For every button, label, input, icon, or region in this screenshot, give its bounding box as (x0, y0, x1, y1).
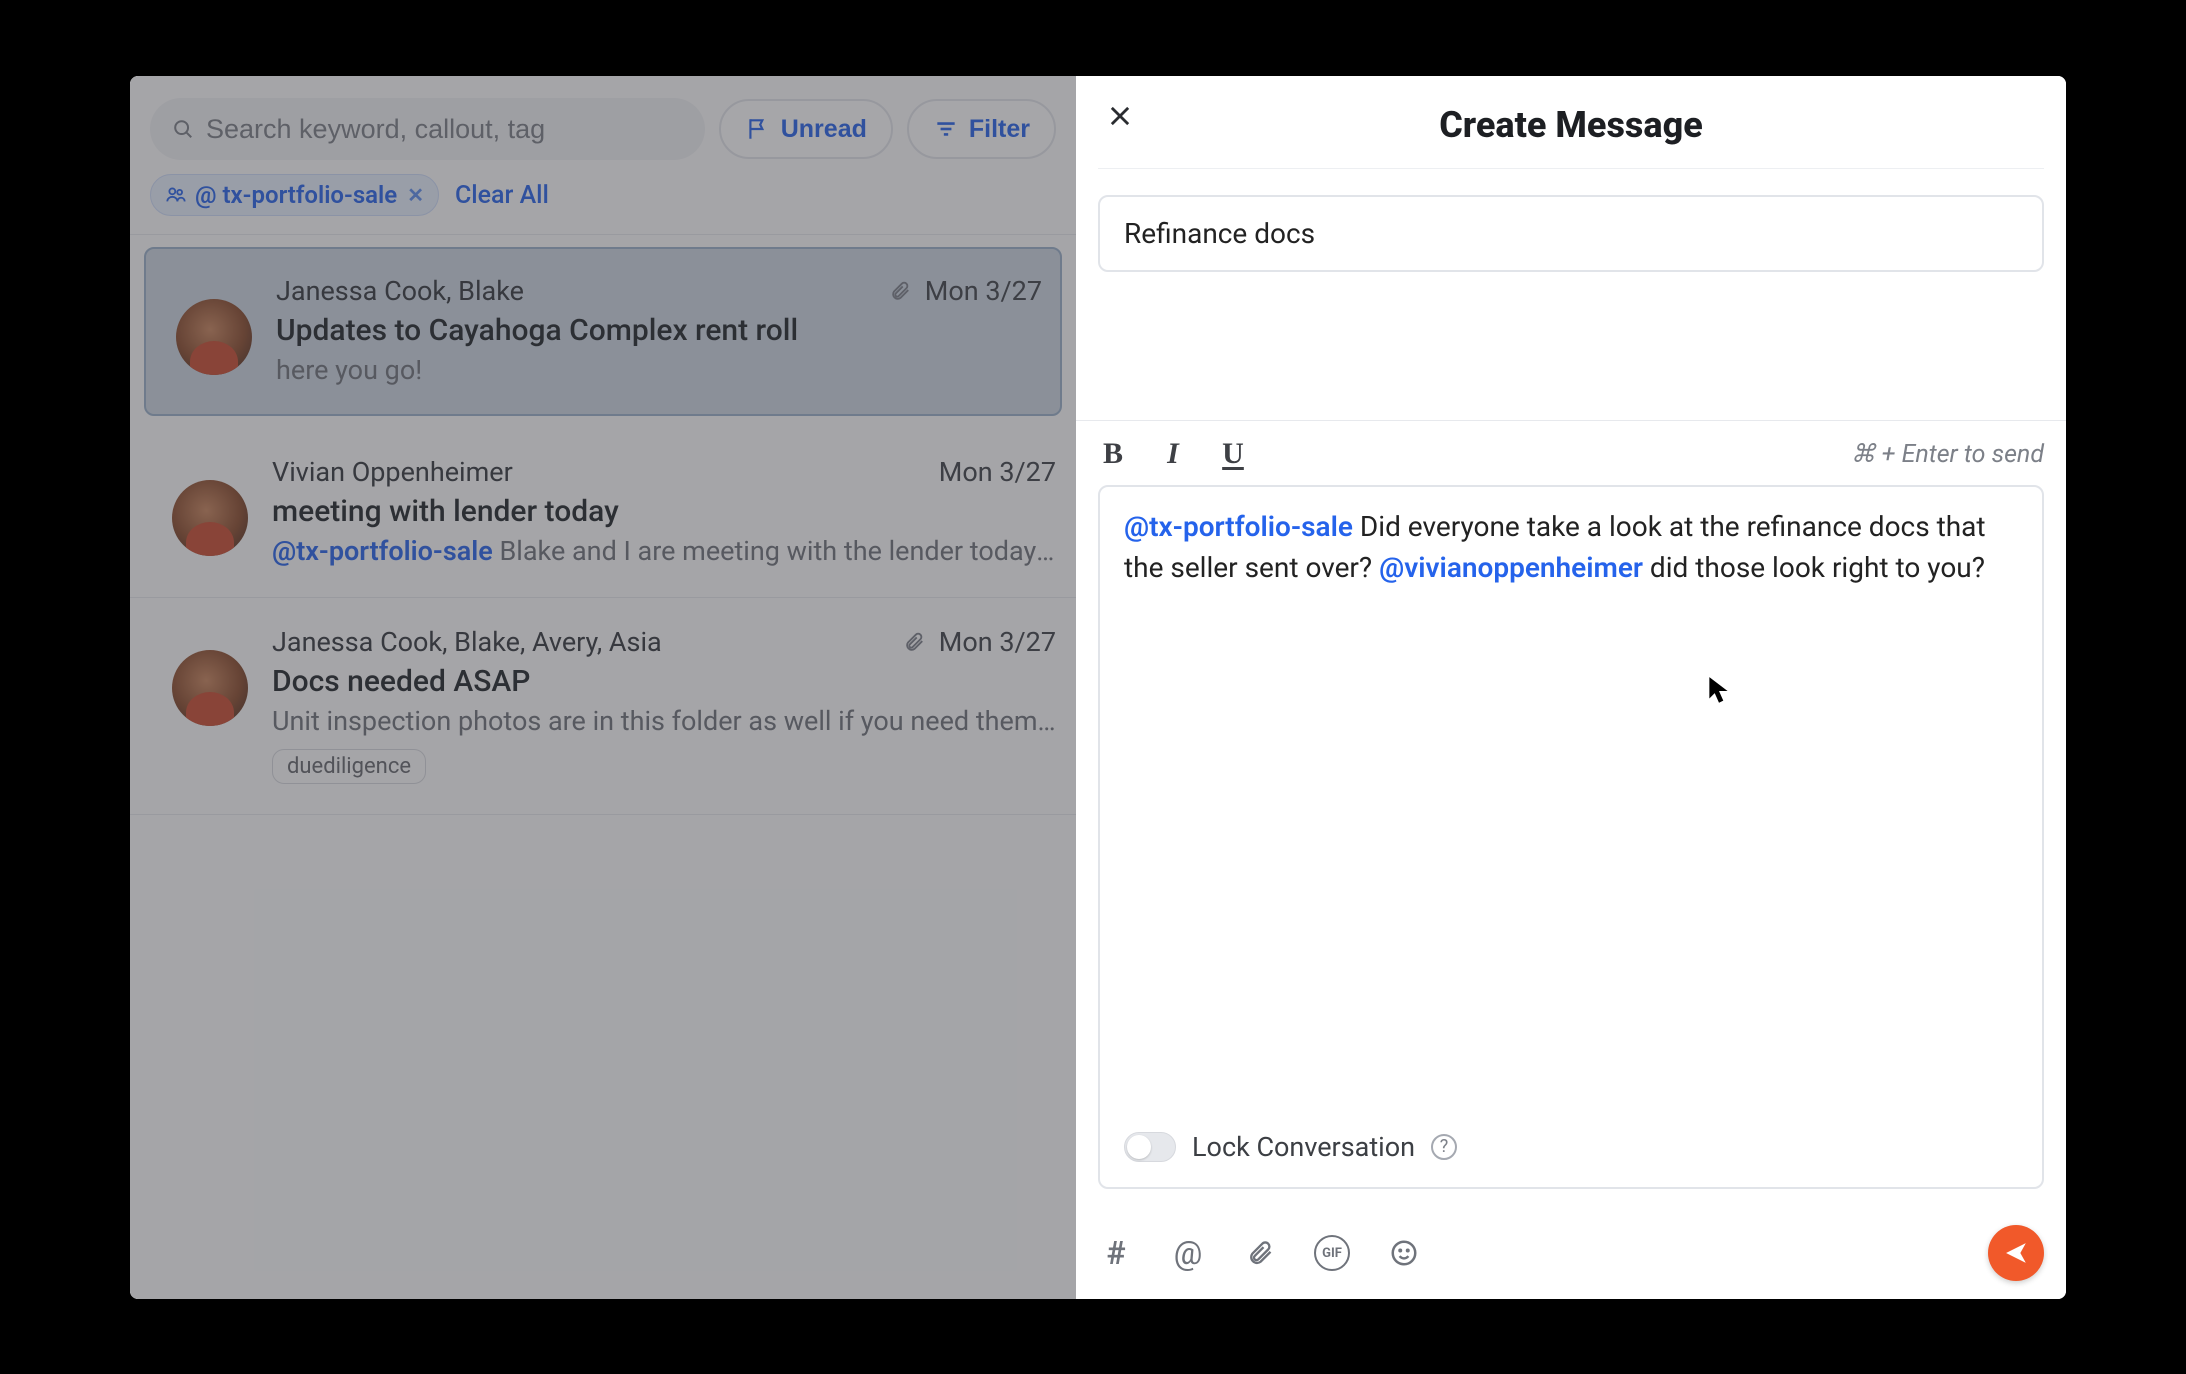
compose-footer: # @ GIF (1076, 1211, 2066, 1299)
message-body: Janessa Cook, Blake, Avery, Asia Mon 3/2… (272, 626, 1056, 784)
message-subject: meeting with lender today (272, 494, 1056, 529)
message-subject: Docs needed ASAP (272, 664, 1056, 699)
message-date: Mon 3/27 (925, 275, 1042, 307)
editor-wrap: @tx-portfolio-sale Did everyone take a l… (1076, 471, 2066, 1211)
people-icon (165, 184, 187, 206)
gif-button[interactable]: GIF (1314, 1235, 1350, 1271)
lock-toggle[interactable] (1124, 1132, 1176, 1162)
hashtag-button[interactable]: # (1098, 1235, 1134, 1271)
app-window: Unread Filter @ tx-portfolio-sale ✕ Clea… (130, 76, 2066, 1299)
attachment-icon (903, 631, 925, 653)
message-item[interactable]: Vivian Oppenheimer Mon 3/27 meeting with… (130, 428, 1076, 598)
subject-field-wrap: Refinance docs (1076, 169, 2066, 272)
filter-chips-row: @ tx-portfolio-sale ✕ Clear All (130, 174, 1076, 234)
message-senders: Janessa Cook, Blake, Avery, Asia (272, 626, 662, 658)
format-toolbar: B I U ⌘ + Enter to send (1076, 421, 2066, 471)
italic-button[interactable]: I (1158, 437, 1188, 471)
chip-remove-icon[interactable]: ✕ (405, 183, 426, 207)
unread-label: Unread (781, 115, 867, 144)
tag-pill[interactable]: duediligence (272, 749, 426, 784)
chip-label: @ tx-portfolio-sale (195, 181, 397, 209)
send-button[interactable] (1988, 1225, 2044, 1281)
message-senders: Vivian Oppenheimer (272, 456, 513, 488)
flag-icon (745, 116, 771, 142)
clear-all-button[interactable]: Clear All (455, 181, 549, 210)
editor-content[interactable]: @tx-portfolio-sale Did everyone take a l… (1124, 507, 2018, 1120)
message-body: Vivian Oppenheimer Mon 3/27 meeting with… (272, 456, 1056, 567)
compose-header: Create Message (1098, 76, 2044, 169)
message-preview: Unit inspection photos are in this folde… (272, 705, 1056, 737)
mention[interactable]: @tx-portfolio-sale (1124, 510, 1353, 543)
smile-icon (1389, 1238, 1419, 1268)
avatar (172, 650, 248, 726)
mention[interactable]: @vivianoppenheimer (1379, 551, 1643, 584)
attachment-icon (889, 280, 911, 302)
mention: @tx-portfolio-sale (272, 535, 493, 567)
avatar (176, 299, 252, 375)
search-input-wrap[interactable] (150, 98, 705, 160)
emoji-button[interactable] (1386, 1235, 1422, 1271)
footer-icon-row: # @ GIF (1098, 1235, 1422, 1271)
search-input[interactable] (206, 114, 683, 145)
message-subject: Updates to Cayahoga Complex rent roll (276, 313, 1042, 348)
search-icon (172, 118, 194, 140)
message-preview: @tx-portfolio-sale Blake and I are meeti… (272, 535, 1056, 567)
tag-row: duediligence (272, 749, 1056, 784)
message-date: Mon 3/27 (939, 456, 1056, 488)
message-list[interactable]: Janessa Cook, Blake Mon 3/27 Updates to … (130, 234, 1076, 1299)
message-date: Mon 3/27 (939, 626, 1056, 658)
filter-chip[interactable]: @ tx-portfolio-sale ✕ (150, 174, 439, 216)
preview-text: Blake and I are meeting with the lender … (499, 535, 1056, 567)
filter-icon (933, 116, 959, 142)
compose-title: Create Message (1098, 104, 2044, 146)
message-item[interactable]: Janessa Cook, Blake Mon 3/27 Updates to … (144, 247, 1062, 416)
subject-input[interactable]: Refinance docs (1098, 195, 2044, 272)
message-list-panel: Unread Filter @ tx-portfolio-sale ✕ Clea… (130, 76, 1076, 1299)
compose-panel: Create Message Refinance docs B I U ⌘ + … (1076, 76, 2066, 1299)
send-shortcut-hint: ⌘ + Enter to send (1851, 439, 2044, 469)
message-editor[interactable]: @tx-portfolio-sale Did everyone take a l… (1098, 485, 2044, 1189)
attachment-button[interactable] (1242, 1235, 1278, 1271)
send-icon (2003, 1240, 2029, 1266)
help-icon[interactable]: ? (1431, 1134, 1457, 1160)
paperclip-icon (1246, 1239, 1274, 1267)
message-body: Janessa Cook, Blake Mon 3/27 Updates to … (276, 275, 1042, 386)
close-button[interactable] (1098, 94, 1142, 138)
avatar (172, 480, 248, 556)
message-preview: here you go! (276, 354, 1042, 386)
message-senders: Janessa Cook, Blake (276, 275, 524, 307)
search-bar-row: Unread Filter (130, 76, 1076, 174)
underline-button[interactable]: U (1218, 437, 1248, 471)
filter-label: Filter (969, 115, 1030, 144)
bold-button[interactable]: B (1098, 437, 1128, 471)
lock-label: Lock Conversation (1192, 1128, 1415, 1167)
message-item[interactable]: Janessa Cook, Blake, Avery, Asia Mon 3/2… (130, 598, 1076, 815)
body-text: did those look right to you? (1643, 551, 1985, 584)
mention-button[interactable]: @ (1170, 1235, 1206, 1271)
filter-button[interactable]: Filter (907, 99, 1056, 159)
lock-conversation-row: Lock Conversation ? (1124, 1128, 2018, 1167)
unread-button[interactable]: Unread (719, 99, 893, 159)
close-icon (1106, 102, 1134, 130)
